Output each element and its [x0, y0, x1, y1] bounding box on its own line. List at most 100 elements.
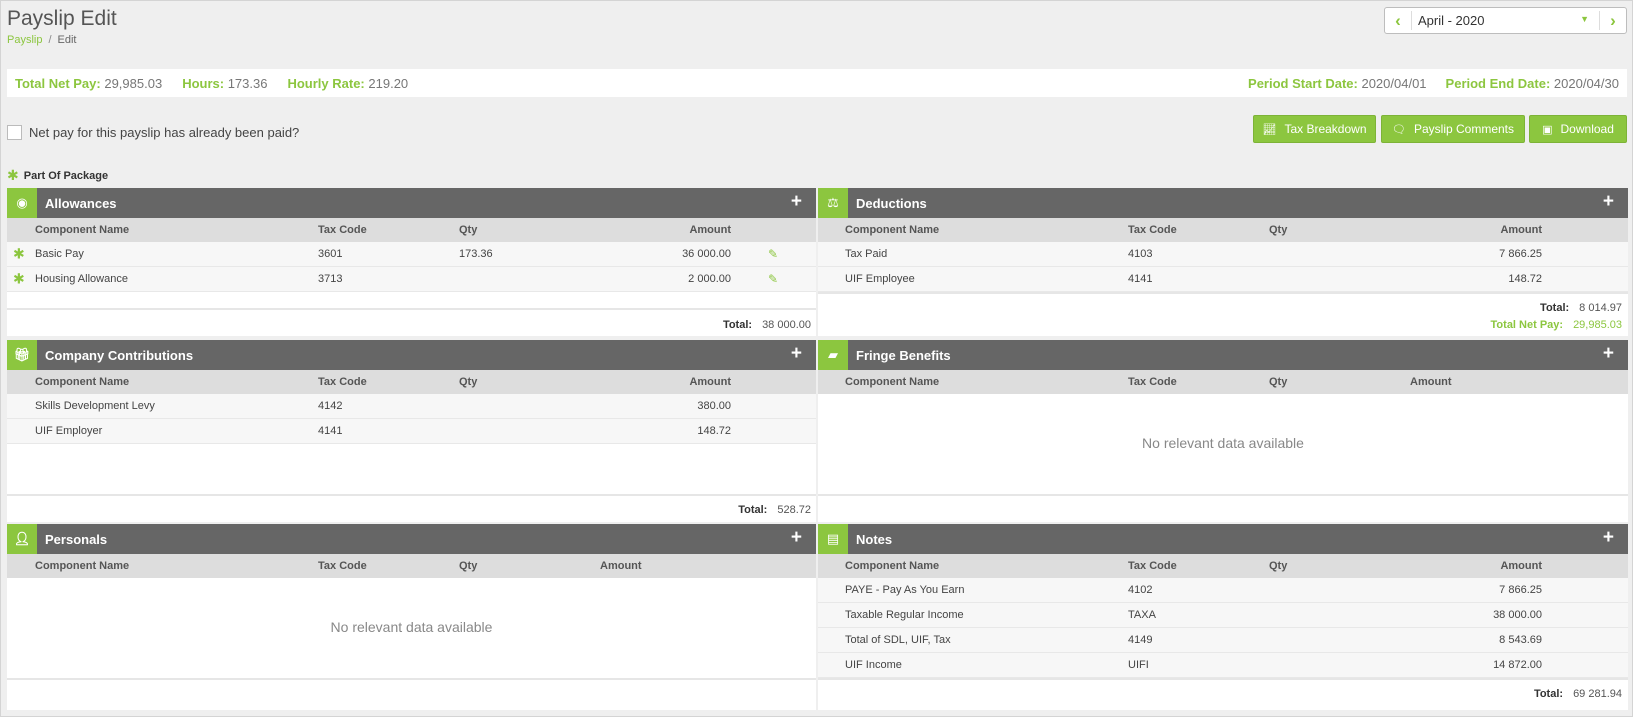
summary-hours: Hours: 173.36 [182, 76, 267, 91]
cell-tax: 4141 [318, 425, 343, 437]
cell-name: Tax Paid [845, 248, 888, 260]
table-row[interactable]: UIF Employer 4141 148.72 [7, 419, 816, 444]
cell-amount: 8 543.69 [1499, 634, 1542, 646]
period-selector: ‹ April - 2020 ▼ › [1384, 7, 1627, 34]
download-button[interactable]: ▣ Download [1529, 115, 1627, 143]
cell-name: Taxable Regular Income [845, 609, 964, 621]
total-label: Total: [1540, 302, 1570, 314]
table-row[interactable]: UIF Income UIFI 14 872.00 [818, 653, 1628, 678]
end-value: 2020/04/30 [1553, 75, 1619, 91]
col-qty: Qty [1269, 224, 1288, 236]
table-row[interactable]: Tax Paid 4103 7 866.25 [818, 242, 1628, 267]
period-dropdown[interactable]: April - 2020 ▼ [1411, 11, 1600, 30]
deductions-title: Deductions [856, 195, 927, 211]
cell-name: UIF Employer [35, 425, 103, 437]
table-row[interactable]: PAYE - Pay As You Earn 4102 7 866.25 [818, 578, 1628, 603]
chart-line-icon: 📈︎ [1262, 123, 1277, 136]
plus-icon[interactable]: + [791, 344, 802, 363]
col-tax: Tax Code [318, 560, 367, 572]
payslip-comments-label: Payslip Comments [1413, 122, 1514, 136]
notes-header: ▤ Notes + [818, 524, 1628, 554]
legend-label: Part Of Package [23, 169, 109, 182]
col-name: Component Name [35, 560, 130, 572]
net-pay-label: Total Net Pay: [1490, 319, 1564, 331]
cell-amount: 148.72 [697, 425, 731, 437]
table-row[interactable]: Skills Development Levy 4142 380.00 [7, 394, 816, 419]
tax-breakdown-button[interactable]: 📈︎ Tax Breakdown [1253, 115, 1376, 143]
cell-tax: 4149 [1128, 634, 1153, 646]
scale-icon: ⚖ [818, 188, 848, 218]
table-header: Component Name Tax Code Qty Amount [7, 554, 816, 578]
period-value: April - 2020 [1418, 13, 1485, 28]
asterisk-icon: ✱ [13, 270, 25, 287]
plus-icon[interactable]: + [1603, 344, 1614, 363]
paid-row: Net pay for this payslip has already bee… [7, 125, 299, 140]
total-label: Total: [1533, 688, 1564, 700]
deductions-header: ⚖ Deductions + [818, 188, 1628, 218]
col-amount: Amount [1500, 224, 1542, 236]
pencil-icon[interactable]: ✎ [768, 272, 778, 286]
contributions-header: 🎁︎ Company Contributions + [7, 340, 816, 370]
fringe-benefits-panel: ▰ Fringe Benefits + Component Name Tax C… [818, 340, 1628, 522]
summary-end: Period End Date: 2020/04/30 [1446, 76, 1619, 91]
fringe-title: Fringe Benefits [856, 347, 951, 363]
col-tax: Tax Code [1128, 560, 1177, 572]
cell-tax: 3713 [318, 273, 343, 285]
summary-net-pay: Total Net Pay: 29,985.03 [15, 76, 162, 91]
notes-title: Notes [856, 531, 893, 547]
cell-tax: 4103 [1128, 248, 1153, 260]
divider [818, 494, 1628, 496]
plus-icon[interactable]: + [1603, 528, 1614, 547]
chevron-right-icon[interactable]: › [1600, 8, 1626, 33]
table-header: Component Name Tax Code Qty Amount [818, 370, 1628, 394]
table-row[interactable]: UIF Employee 4141 148.72 [818, 267, 1628, 292]
total-label: Total: [722, 319, 753, 331]
col-qty: Qty [1269, 560, 1288, 572]
pencil-icon[interactable]: ✎ [768, 247, 778, 261]
table-row[interactable]: ✱ Housing Allowance 3713 2 000.00 ✎ [7, 267, 816, 292]
col-amount: Amount [1500, 560, 1542, 572]
tax-breakdown-label: Tax Breakdown [1284, 122, 1367, 136]
divider [818, 292, 1628, 294]
net-pay-value: 29,985.03 [1573, 319, 1622, 331]
fringe-header: ▰ Fringe Benefits + [818, 340, 1628, 370]
col-qty: Qty [1269, 376, 1288, 388]
payslip-comments-button[interactable]: 🗨︎ Payslip Comments [1381, 115, 1525, 143]
total-label: Total: [738, 504, 768, 516]
allowances-panel: ◉ Allowances + Component Name Tax Code Q… [7, 188, 816, 336]
table-header: Component Name Tax Code Qty Amount [818, 554, 1628, 578]
hours-value: 173.36 [227, 75, 268, 91]
plus-icon[interactable]: + [791, 528, 802, 547]
note-icon: ▤ [818, 524, 848, 554]
start-label: Period Start Date: [1248, 75, 1358, 91]
part-of-package-legend: ✱ Part Of Package [7, 167, 108, 184]
cell-amount: 14 872.00 [1493, 659, 1542, 671]
cell-amount: 2 000.00 [688, 273, 731, 285]
contributions-title: Company Contributions [45, 347, 194, 363]
table-row[interactable]: Total of SDL, UIF, Tax 4149 8 543.69 [818, 628, 1628, 653]
paid-checkbox[interactable] [7, 125, 22, 140]
notes-panel: ▤ Notes + Component Name Tax Code Qty Am… [818, 524, 1628, 710]
plus-icon[interactable]: + [791, 192, 802, 211]
plus-icon[interactable]: + [1603, 192, 1614, 211]
allowances-total: Total: 38 000.00 [723, 319, 811, 331]
contributions-total: Total: 528.72 [738, 504, 811, 516]
chevron-left-icon[interactable]: ‹ [1385, 8, 1411, 33]
breadcrumb-payslip-link[interactable]: Payslip [7, 34, 42, 46]
cell-tax: 4141 [1128, 273, 1153, 285]
table-row[interactable]: Taxable Regular Income TAXA 38 000.00 [818, 603, 1628, 628]
coins-icon: ◉ [7, 188, 37, 218]
divider [7, 678, 816, 680]
col-qty: Qty [459, 376, 478, 388]
start-value: 2020/04/01 [1361, 75, 1427, 91]
summary-bar: Total Net Pay: 29,985.03 Hours: 173.36 H… [7, 69, 1627, 97]
col-name: Component Name [35, 224, 130, 236]
briefcase-icon: ▰ [818, 340, 848, 370]
cell-name: Total of SDL, UIF, Tax [845, 634, 951, 646]
cell-qty: 173.36 [459, 248, 493, 260]
cell-name: Skills Development Levy [35, 400, 155, 412]
download-icon: ▣ [1542, 123, 1553, 136]
table-row[interactable]: ✱ Basic Pay 3601 173.36 36 000.00 ✎ [7, 242, 816, 267]
col-amount: Amount [600, 560, 642, 572]
col-amount: Amount [1410, 376, 1452, 388]
